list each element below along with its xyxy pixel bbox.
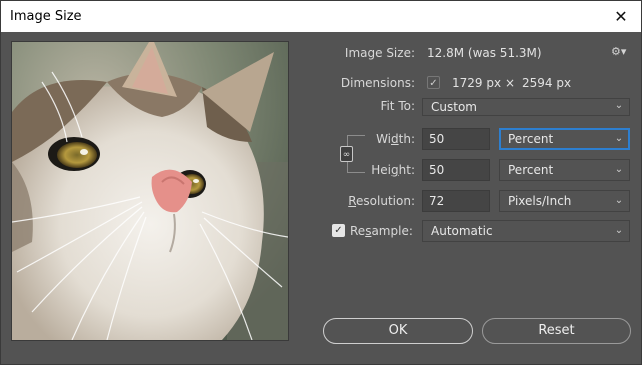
width-unit-select[interactable]: Percent ⌄ <box>499 128 630 150</box>
fit-to-value: Custom <box>431 100 477 114</box>
resolution-unit-select[interactable]: Pixels/Inch ⌄ <box>499 190 630 212</box>
resample-select[interactable]: Automatic ⌄ <box>422 220 630 242</box>
width-label: Width: <box>376 132 415 146</box>
resolution-label: Resolution: <box>348 194 415 208</box>
width-input[interactable]: 50 <box>422 128 490 150</box>
chevron-down-icon: ⌄ <box>614 100 624 111</box>
dialog-title: Image Size <box>10 9 82 24</box>
link-constrain-icon[interactable]: ∞ <box>340 146 353 162</box>
height-label: Height: <box>371 163 415 177</box>
settings-gear-icon[interactable]: ⚙▾ <box>611 45 626 58</box>
height-input[interactable]: 50 <box>422 159 490 181</box>
close-icon[interactable]: ✕ <box>601 1 641 32</box>
chevron-down-icon: ⌄ <box>614 195 624 206</box>
dimensions-width-value: 1729 px <box>452 76 502 90</box>
title-bar: Image Size ✕ <box>1 1 641 32</box>
dimensions-label: Dimensions: <box>340 76 415 90</box>
fit-to-select[interactable]: Custom ⌄ <box>422 98 630 116</box>
image-preview[interactable] <box>11 41 289 341</box>
resample-value: Automatic <box>431 224 493 238</box>
resolution-input[interactable]: 72 <box>422 190 490 212</box>
dimensions-height-value: 2594 px <box>522 76 572 90</box>
height-unit-select[interactable]: Percent ⌄ <box>499 159 630 181</box>
resample-label: Resample: <box>350 224 413 238</box>
dimensions-chevron-icon[interactable]: ✓ <box>427 76 440 89</box>
height-unit-value: Percent <box>508 163 554 177</box>
fit-to-label: Fit To: <box>380 99 415 113</box>
width-unit-value: Percent <box>508 132 554 146</box>
image-size-dialog: Image Size ✕ Image Size: 12.8M (was 51.3… <box>0 0 642 365</box>
chevron-down-icon: ⌄ <box>614 133 624 144</box>
dimensions-times: × <box>505 76 516 90</box>
image-size-value: 12.8M (was 51.3M) <box>427 46 542 60</box>
chevron-down-icon: ⌄ <box>614 164 624 175</box>
reset-button[interactable]: Reset <box>482 318 631 344</box>
resample-checkbox[interactable]: ✓ <box>332 224 345 237</box>
resolution-unit-value: Pixels/Inch <box>508 194 572 208</box>
image-size-label: Image Size: <box>344 46 415 60</box>
ok-button[interactable]: OK <box>323 318 473 344</box>
cat-photo <box>12 42 288 340</box>
chevron-down-icon: ⌄ <box>614 225 624 236</box>
